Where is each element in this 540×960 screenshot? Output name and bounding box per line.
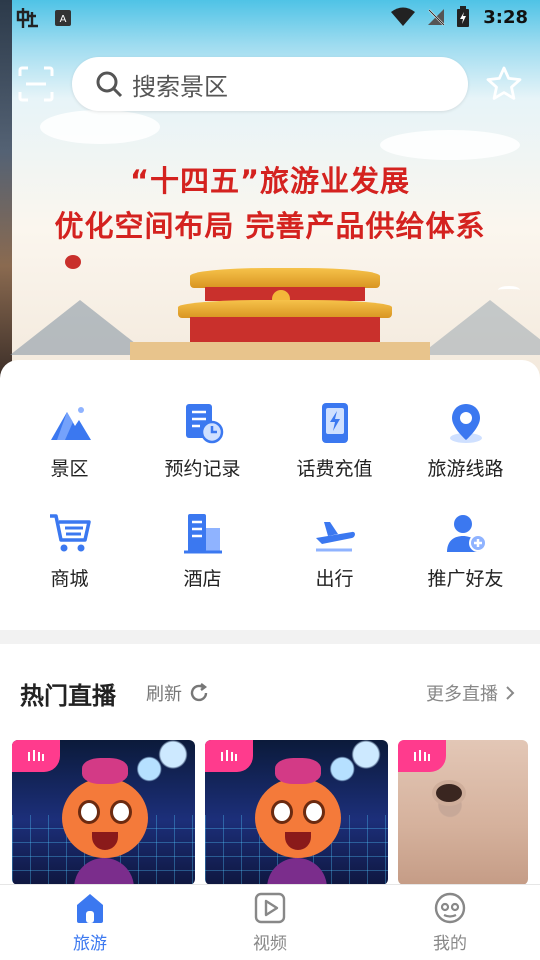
menu-item-routes[interactable]: 旅游线路 [398,400,533,481]
scan-icon [18,66,54,102]
tab-mine[interactable]: 我的 [390,891,510,954]
status-time: 3:28 [483,7,528,28]
cloud [380,130,520,160]
menu-item-hotel[interactable]: 酒店 [135,510,270,591]
menu-item-label: 景区 [50,458,89,480]
menu-item-label: 商城 [50,568,89,590]
banner-headline-1: “十四五”旅游业发展 [129,164,411,198]
chevron-right-icon [506,686,515,700]
search-icon [96,71,123,98]
crane-art [498,286,520,294]
hotel-icon [183,514,222,554]
menu-item-label: 预约记录 [164,458,241,480]
live-bars-icon [221,750,237,761]
live-badge [398,740,446,772]
menu-item-invite[interactable]: 推广好友 [398,510,533,591]
svg-text:A: A [60,14,67,25]
menu-item-label: 推广好友 [427,568,504,590]
lantern-art [65,255,81,269]
cloud [40,110,160,144]
menu-item-booking[interactable]: 预约记录 [135,400,270,481]
more-live-link[interactable]: 更多直播 [426,680,516,706]
mountain-art [10,300,150,355]
tab-label: 视频 [253,934,287,954]
bottom-tab-bar: 旅游 视频 我的 [0,884,540,960]
battery-charging-icon [457,6,469,27]
scan-button[interactable] [16,64,56,104]
palace-roof [190,268,380,288]
palace-roof [178,300,392,318]
menu-item-recharge[interactable]: 话费充值 [267,400,402,481]
refresh-icon [190,683,208,702]
section-title: 热门直播 [20,682,116,710]
tab-travel[interactable]: 旅游 [30,891,150,954]
video-icon [254,892,286,924]
tab-label: 旅游 [73,934,107,954]
live-card[interactable] [12,740,195,885]
profile-icon [434,892,466,924]
star-icon [486,66,522,100]
section-divider [0,630,540,644]
keyboard-notification-icon: A [55,10,71,26]
more-live-label: 更多直播 [426,684,498,705]
cartoon-eye [303,800,325,824]
menu-item-label: 出行 [315,568,354,590]
status-bar: A 3:28 [0,0,540,36]
app-notification-icon [16,8,38,28]
wifi-icon [391,7,415,26]
refresh-label: 刷新 [146,684,182,705]
search-input[interactable]: 搜索景区 [72,57,468,111]
plane-icon [315,522,355,552]
favorite-button[interactable] [484,64,524,104]
palace-base [130,342,430,362]
cart-icon [49,514,91,552]
menu-item-label: 话费充值 [296,458,373,480]
banner-headline-2: 优化空间布局 完善产品供给体系 [54,209,486,243]
booking-record-icon [185,404,223,444]
mountain-art [420,300,540,355]
refresh-button[interactable]: 刷新 [146,680,210,706]
live-card[interactable] [205,740,388,885]
menu-item-scenic[interactable]: 景区 [2,400,137,481]
menu-item-label: 旅游线路 [427,458,504,480]
cartoon-eye [271,800,293,824]
menu-item-travel[interactable]: 出行 [267,510,402,591]
menu-item-label: 酒店 [183,568,222,590]
tab-label: 我的 [433,934,467,954]
cartoon-bow [275,758,321,784]
live-card[interactable] [398,740,528,885]
palace-wall [190,317,380,343]
mountain-icon [50,407,91,440]
map-pin-icon [449,404,482,443]
live-bars-icon [414,750,430,761]
add-friend-icon [446,515,487,552]
phone-recharge-icon [321,403,348,443]
cartoon-eye [110,800,132,824]
home-icon [77,894,103,923]
baby-eye [432,780,466,806]
live-badge [205,740,253,772]
menu-item-mall[interactable]: 商城 [2,510,137,591]
tab-video[interactable]: 视频 [210,891,330,954]
cartoon-bow [82,758,128,784]
cartoon-eye [78,800,100,824]
no-signal-icon [428,9,445,26]
live-bars-icon [28,750,44,761]
live-badge [12,740,60,772]
quick-menu: 景区 预约记录 话费充值 旅游线路 商城 酒店 出行 推广好友 [0,360,540,630]
search-placeholder: 搜索景区 [132,72,228,101]
